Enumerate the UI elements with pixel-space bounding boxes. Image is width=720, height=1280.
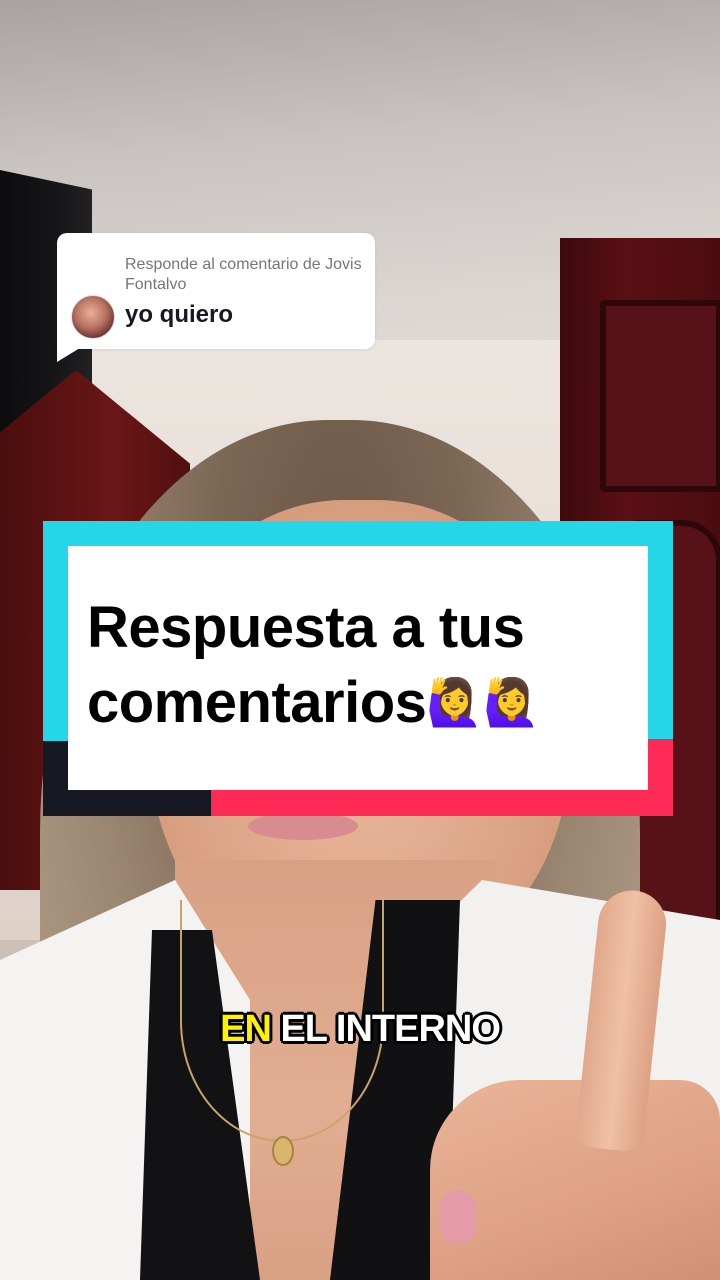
commenter-avatar[interactable] [71, 295, 115, 339]
person-hand [430, 1080, 720, 1280]
finger-nail [440, 1190, 476, 1244]
subtitle-rest: EL INTERNO [280, 1008, 500, 1050]
raising-hand-emoji: 🙋‍♀️🙋‍♀️ [426, 676, 540, 728]
reply-comment-text: yo quiero [125, 301, 234, 328]
title-line-2-text: comentarios [87, 670, 427, 735]
subtitle-highlight-word: EN [220, 1008, 272, 1050]
necklace-pendant [272, 1136, 294, 1166]
title-line-2: comentarios🙋‍♀️🙋‍♀️ [87, 665, 617, 740]
video-frame[interactable]: Responde al comentario de Jovis Fontalvo… [0, 0, 720, 1280]
person-lips [248, 812, 358, 840]
video-subtitle: EN EL INTERNO [0, 1008, 720, 1051]
title-card: Respuesta a tus comentarios🙋‍♀️🙋‍♀️ [43, 521, 673, 816]
title-line-1: Respuesta a tus [87, 595, 525, 660]
door-panel-upper [600, 300, 720, 492]
reply-header: Responde al comentario de Jovis Fontalvo [125, 256, 362, 293]
comment-reply-sticker[interactable]: Responde al comentario de Jovis Fontalvo… [57, 233, 375, 349]
title-text: Respuesta a tus comentarios🙋‍♀️🙋‍♀️ [87, 591, 617, 740]
